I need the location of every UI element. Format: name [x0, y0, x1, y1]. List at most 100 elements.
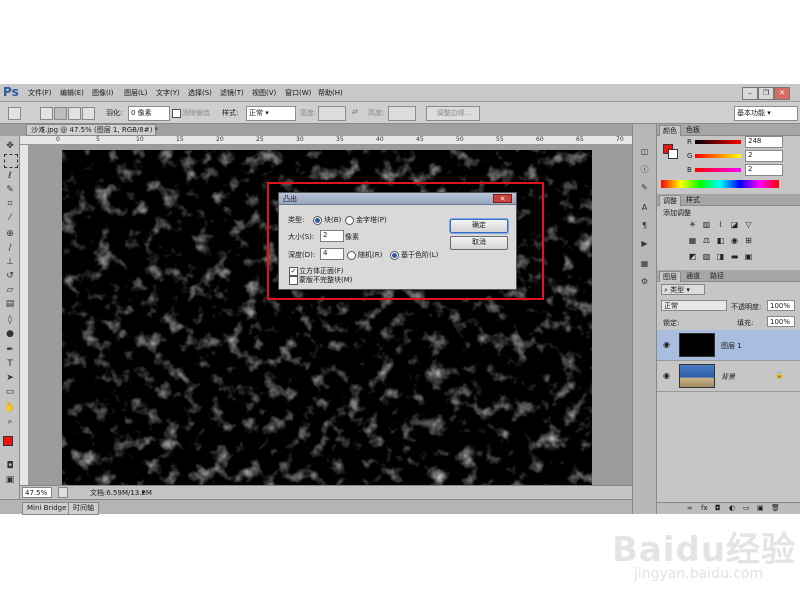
- height-input[interactable]: [388, 106, 416, 121]
- background-layer-name[interactable]: 背景: [721, 372, 735, 382]
- paragraph-panel-icon[interactable]: ¶: [638, 220, 651, 231]
- path-select-tool-icon[interactable]: ➤: [4, 372, 16, 384]
- document-tab[interactable]: 沙滩.jpg @ 47.5% (图层 1, RGB/8#) *: [26, 124, 158, 136]
- g-slider[interactable]: [695, 154, 741, 158]
- layer1-name[interactable]: 图层 1: [721, 341, 742, 351]
- tool-presets-icon[interactable]: ⚙: [638, 276, 651, 287]
- cancel-button[interactable]: 取消: [450, 236, 508, 250]
- brush-panel-icon[interactable]: ✎: [638, 182, 651, 193]
- layer-filter-select[interactable]: ⌕ 类型 ▾: [661, 284, 705, 295]
- exposure-icon[interactable]: ◪: [729, 220, 740, 229]
- dialog-titlebar[interactable]: 凸出 ✕: [279, 193, 516, 205]
- tab-color[interactable]: 颜色: [659, 125, 681, 136]
- color-spectrum-ramp[interactable]: [661, 180, 779, 188]
- move-tool-icon[interactable]: ✥: [4, 140, 16, 152]
- random-radio[interactable]: [347, 251, 356, 260]
- marquee-tool-icon[interactable]: [4, 154, 18, 168]
- layer-row-layer1[interactable]: ◉ 图层 1: [657, 330, 800, 361]
- foreground-color-swatch[interactable]: [3, 436, 13, 446]
- mask-incomplete-label[interactable]: 蒙版不完整块(M): [299, 275, 353, 285]
- character-panel-icon[interactable]: A: [638, 202, 651, 213]
- fx-icon[interactable]: fx: [701, 504, 708, 512]
- invert-icon[interactable]: ◩: [687, 252, 698, 261]
- blur-tool-icon[interactable]: ◊: [4, 314, 16, 326]
- intersect-selection-icon[interactable]: [82, 107, 95, 120]
- depth-input[interactable]: 4: [320, 248, 344, 260]
- shape-tool-icon[interactable]: ▭: [4, 386, 16, 398]
- pen-tool-icon[interactable]: ✒: [4, 344, 16, 356]
- dialog-close-icon[interactable]: ✕: [493, 194, 512, 203]
- healing-tool-icon[interactable]: ⊕: [4, 228, 16, 240]
- link-layers-icon[interactable]: ∞: [687, 504, 693, 512]
- add-mask-icon[interactable]: ◘: [715, 504, 721, 512]
- history-brush-icon[interactable]: ↺: [4, 270, 16, 282]
- quick-mask-icon[interactable]: ◘: [4, 460, 16, 472]
- ok-button[interactable]: 确定: [450, 219, 508, 233]
- swatches-panel-icon[interactable]: ▦: [638, 258, 651, 269]
- b-value-field[interactable]: 2: [745, 164, 783, 176]
- swap-icon[interactable]: ⇄: [352, 108, 358, 116]
- type-block-label[interactable]: 块(B): [324, 215, 341, 225]
- status-arrow-icon[interactable]: ▸: [142, 488, 146, 496]
- black-white-icon[interactable]: ◧: [715, 236, 726, 245]
- menu-image[interactable]: 图像(I): [92, 88, 114, 98]
- eyedropper-tool-icon[interactable]: ⁄: [4, 212, 16, 224]
- type-tool-icon[interactable]: T: [4, 358, 16, 370]
- menu-view[interactable]: 视图(V): [252, 88, 276, 98]
- minimize-button[interactable]: –: [742, 87, 758, 100]
- screen-mode-icon[interactable]: ▣: [4, 474, 16, 486]
- new-layer-icon[interactable]: ▣: [757, 504, 764, 512]
- menu-select[interactable]: 选择(S): [188, 88, 212, 98]
- delete-layer-icon[interactable]: 🗑: [771, 504, 780, 512]
- type-pyramid-label[interactable]: 金字塔(P): [356, 215, 387, 225]
- tab-channels[interactable]: 通道: [683, 271, 703, 281]
- menu-window[interactable]: 窗口(W): [285, 88, 311, 98]
- selective-color-icon[interactable]: ▣: [743, 252, 754, 261]
- blend-mode-select[interactable]: 正常: [661, 300, 727, 311]
- hue-saturation-icon[interactable]: ▦: [687, 236, 698, 245]
- adjustment-layer-icon[interactable]: ◐: [729, 504, 735, 512]
- menu-layer[interactable]: 图层(L): [124, 88, 147, 98]
- brightness-icon[interactable]: ☀: [687, 220, 698, 229]
- workspace-select[interactable]: 基本功能 ▾: [734, 106, 798, 121]
- marquee-tool-preset-icon[interactable]: [8, 107, 21, 120]
- color-balance-icon[interactable]: ⚖: [701, 236, 712, 245]
- posterize-icon[interactable]: ▨: [701, 252, 712, 261]
- vibrance-icon[interactable]: ▽: [743, 220, 754, 229]
- lasso-tool-icon[interactable]: ℓ: [4, 170, 16, 182]
- threshold-icon[interactable]: ◨: [715, 252, 726, 261]
- curves-icon[interactable]: ⌇: [715, 220, 726, 229]
- gradient-map-icon[interactable]: ▬: [729, 252, 740, 261]
- levels-icon[interactable]: ▥: [701, 220, 712, 229]
- size-input[interactable]: 2: [320, 230, 344, 242]
- properties-panel-icon[interactable]: ⓘ: [638, 164, 651, 175]
- level-based-label[interactable]: 基于色阶(L): [401, 250, 438, 260]
- status-menu-icon[interactable]: [58, 487, 68, 498]
- solid-front-checkbox[interactable]: ✓: [289, 267, 298, 276]
- brush-tool-icon[interactable]: ∕: [4, 242, 16, 254]
- menu-edit[interactable]: 编辑(E): [60, 88, 84, 98]
- mask-incomplete-checkbox[interactable]: [289, 276, 298, 285]
- type-pyramid-radio[interactable]: [345, 216, 354, 225]
- visibility-eye-icon[interactable]: ◉: [663, 340, 670, 349]
- antialias-checkbox[interactable]: [172, 109, 181, 118]
- dodge-tool-icon[interactable]: ●: [4, 328, 16, 340]
- menu-file[interactable]: 文件(F): [28, 88, 52, 98]
- r-slider[interactable]: [695, 140, 741, 144]
- opacity-field[interactable]: 100%: [767, 300, 795, 311]
- layer-row-background[interactable]: ◉ 背景 🔒: [657, 361, 800, 392]
- stamp-tool-icon[interactable]: ⊥: [4, 256, 16, 268]
- new-selection-icon[interactable]: [40, 107, 53, 120]
- type-block-radio[interactable]: [313, 216, 322, 225]
- menu-filter[interactable]: 滤镜(T): [220, 88, 244, 98]
- width-input[interactable]: [318, 106, 346, 121]
- hand-tool-icon[interactable]: ✋: [4, 402, 16, 414]
- visibility-eye-icon[interactable]: ◉: [663, 371, 670, 380]
- close-window-button[interactable]: ✕: [774, 87, 790, 100]
- r-value-field[interactable]: 248: [745, 136, 783, 148]
- history-panel-icon[interactable]: ◫: [638, 146, 651, 157]
- zoom-field[interactable]: 47.5%: [22, 487, 52, 498]
- actions-panel-icon[interactable]: ▶: [638, 238, 651, 249]
- menu-type[interactable]: 文字(Y): [156, 88, 180, 98]
- restore-button[interactable]: ❐: [758, 87, 774, 100]
